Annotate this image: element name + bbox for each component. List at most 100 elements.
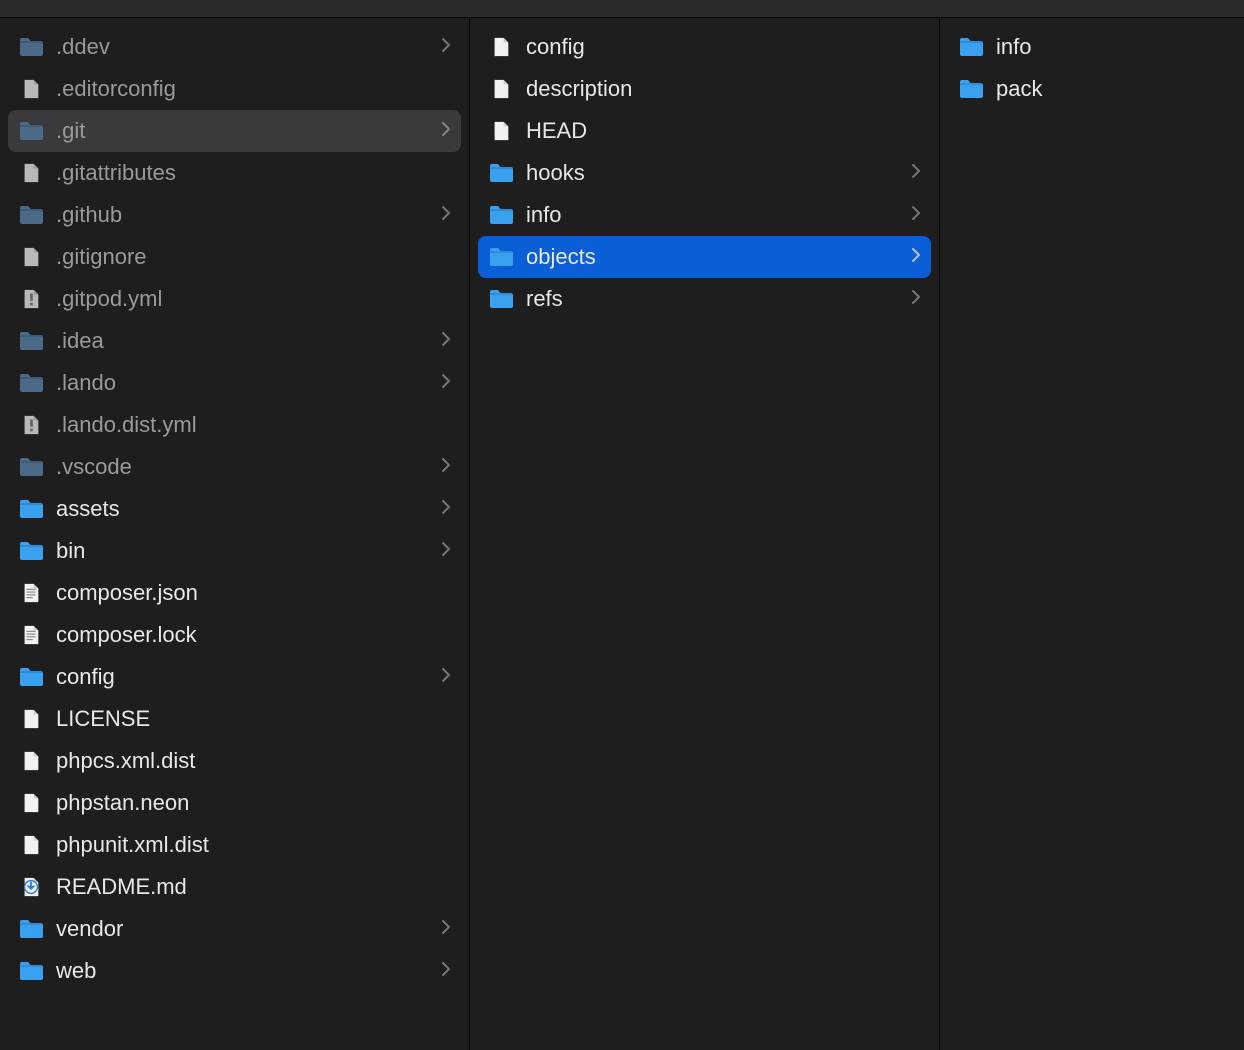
- file-name-label: phpstan.neon: [56, 790, 451, 816]
- chevron-right-icon: [441, 37, 451, 58]
- file-text-icon: [18, 580, 44, 606]
- file-icon: [488, 76, 514, 102]
- file-name-label: vendor: [56, 916, 429, 942]
- file-name-label: web: [56, 958, 429, 984]
- chevron-right-icon: [911, 163, 921, 184]
- file-row[interactable]: refs: [478, 278, 931, 320]
- file-name-label: .github: [56, 202, 429, 228]
- file-row[interactable]: web: [8, 950, 461, 992]
- file-name-label: info: [996, 34, 1226, 60]
- file-row[interactable]: .github: [8, 194, 461, 236]
- file-exclaim-icon: [18, 412, 44, 438]
- file-exclaim-icon: [18, 286, 44, 312]
- chevron-right-icon: [911, 205, 921, 226]
- file-row[interactable]: bin: [8, 530, 461, 572]
- file-name-label: refs: [526, 286, 899, 312]
- file-icon: [488, 34, 514, 60]
- file-icon: [18, 832, 44, 858]
- chevron-right-icon: [441, 961, 451, 982]
- folder-icon: [18, 916, 44, 942]
- file-icon: [18, 76, 44, 102]
- file-name-label: hooks: [526, 160, 899, 186]
- chevron-right-icon: [441, 919, 451, 940]
- file-row[interactable]: .editorconfig: [8, 68, 461, 110]
- file-name-label: .gitattributes: [56, 160, 451, 186]
- chevron-right-icon: [441, 373, 451, 394]
- chevron-right-icon: [441, 667, 451, 688]
- folder-icon: [18, 958, 44, 984]
- file-name-label: pack: [996, 76, 1226, 102]
- chevron-right-icon: [441, 541, 451, 562]
- folder-icon: [18, 496, 44, 522]
- folder-icon: [488, 160, 514, 186]
- file-icon: [18, 244, 44, 270]
- file-row[interactable]: phpstan.neon: [8, 782, 461, 824]
- file-row[interactable]: LICENSE: [8, 698, 461, 740]
- file-name-label: description: [526, 76, 921, 102]
- file-row[interactable]: .gitattributes: [8, 152, 461, 194]
- folder-icon: [18, 202, 44, 228]
- file-row[interactable]: info: [948, 26, 1236, 68]
- file-row[interactable]: HEAD: [478, 110, 931, 152]
- file-row[interactable]: info: [478, 194, 931, 236]
- file-name-label: .ddev: [56, 34, 429, 60]
- folder-icon: [488, 286, 514, 312]
- file-row[interactable]: .vscode: [8, 446, 461, 488]
- file-row[interactable]: .ddev: [8, 26, 461, 68]
- column-browser: .ddev .editorconfig .git .gitattributes …: [0, 18, 1244, 1050]
- file-row[interactable]: .gitignore: [8, 236, 461, 278]
- folder-icon: [18, 538, 44, 564]
- folder-icon: [18, 328, 44, 354]
- file-name-label: phpunit.xml.dist: [56, 832, 451, 858]
- chevron-right-icon: [441, 331, 451, 352]
- column-1: .ddev .editorconfig .git .gitattributes …: [0, 18, 470, 1050]
- file-row[interactable]: vendor: [8, 908, 461, 950]
- file-name-label: .lando: [56, 370, 429, 396]
- file-row[interactable]: .idea: [8, 320, 461, 362]
- folder-icon: [18, 118, 44, 144]
- folder-icon: [18, 454, 44, 480]
- folder-icon: [488, 244, 514, 270]
- chevron-right-icon: [441, 205, 451, 226]
- file-row[interactable]: phpunit.xml.dist: [8, 824, 461, 866]
- file-row[interactable]: hooks: [478, 152, 931, 194]
- chevron-right-icon: [911, 289, 921, 310]
- file-icon: [18, 160, 44, 186]
- file-name-label: .idea: [56, 328, 429, 354]
- file-name-label: .editorconfig: [56, 76, 451, 102]
- folder-icon: [958, 76, 984, 102]
- file-row[interactable]: description: [478, 68, 931, 110]
- file-row[interactable]: assets: [8, 488, 461, 530]
- file-markdown-icon: [18, 874, 44, 900]
- file-row[interactable]: config: [478, 26, 931, 68]
- chevron-right-icon: [911, 247, 921, 268]
- chevron-right-icon: [441, 499, 451, 520]
- file-row[interactable]: .gitpod.yml: [8, 278, 461, 320]
- folder-icon: [18, 664, 44, 690]
- file-row[interactable]: .git: [8, 110, 461, 152]
- file-icon: [488, 118, 514, 144]
- file-name-label: HEAD: [526, 118, 921, 144]
- folder-icon: [18, 370, 44, 396]
- file-row[interactable]: composer.lock: [8, 614, 461, 656]
- file-row[interactable]: phpcs.xml.dist: [8, 740, 461, 782]
- file-name-label: config: [526, 34, 921, 60]
- file-name-label: composer.lock: [56, 622, 451, 648]
- file-name-label: .git: [56, 118, 429, 144]
- file-row[interactable]: .lando.dist.yml: [8, 404, 461, 446]
- file-row[interactable]: pack: [948, 68, 1236, 110]
- chevron-right-icon: [441, 121, 451, 142]
- file-row[interactable]: .lando: [8, 362, 461, 404]
- file-name-label: info: [526, 202, 899, 228]
- file-name-label: .lando.dist.yml: [56, 412, 451, 438]
- file-name-label: objects: [526, 244, 899, 270]
- file-row[interactable]: objects: [478, 236, 931, 278]
- chevron-right-icon: [441, 457, 451, 478]
- file-icon: [18, 790, 44, 816]
- file-row[interactable]: composer.json: [8, 572, 461, 614]
- file-name-label: .vscode: [56, 454, 429, 480]
- file-icon: [18, 748, 44, 774]
- file-row[interactable]: README.md: [8, 866, 461, 908]
- window-titlebar: [0, 0, 1244, 18]
- file-row[interactable]: config: [8, 656, 461, 698]
